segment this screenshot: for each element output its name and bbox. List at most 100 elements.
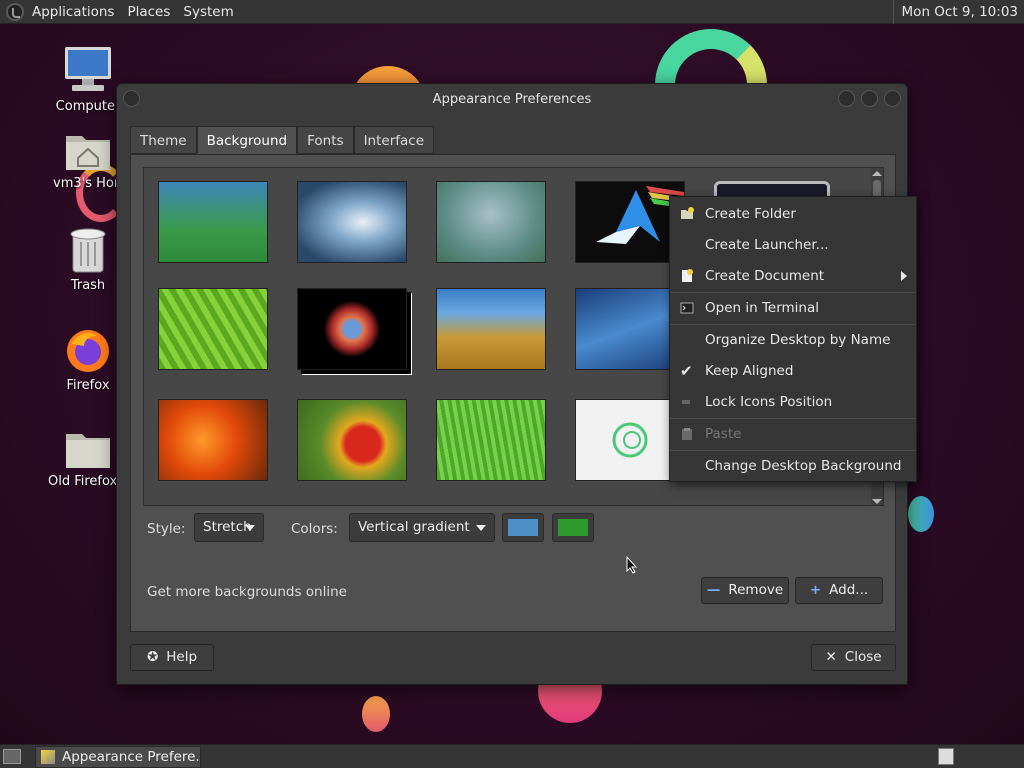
appearance-app-icon <box>41 750 55 764</box>
wallpaper-shape <box>908 496 934 532</box>
show-desktop-icon[interactable] <box>3 749 21 764</box>
minus-icon: — <box>706 582 721 598</box>
wallpaper-arch-logo <box>596 186 684 244</box>
menu-system[interactable]: System <box>183 4 233 20</box>
chevron-down-icon <box>476 525 486 531</box>
scroll-down-arrow-icon[interactable] <box>872 499 882 504</box>
tab-theme[interactable]: Theme <box>130 126 197 154</box>
close-button-label: Close <box>844 649 882 665</box>
tab-bar: Theme Background Fonts Interface <box>130 126 435 154</box>
menu-item-label: Create Launcher... <box>705 237 829 253</box>
wallpaper-thumbnail[interactable] <box>158 288 268 370</box>
window-close-button[interactable] <box>884 90 901 107</box>
menu-item-label: Change Desktop Background <box>705 458 902 474</box>
wallpaper-thumbnail[interactable] <box>575 505 685 506</box>
tab-interface[interactable]: Interface <box>353 126 435 154</box>
wallpaper-thumbnail[interactable] <box>297 505 407 506</box>
close-button[interactable]: ✕ Close <box>811 644 896 671</box>
primary-color-button[interactable] <box>502 513 544 542</box>
menu-item-label: Keep Aligned <box>705 363 794 379</box>
colors-combo[interactable]: Vertical gradient <box>349 513 495 542</box>
distro-logo-icon[interactable] <box>6 2 24 21</box>
remove-button-label: Remove <box>728 582 784 598</box>
chevron-down-icon <box>245 525 255 531</box>
menu-item-keep-aligned[interactable]: ✔ Keep Aligned <box>670 356 916 386</box>
firefox-icon <box>67 330 109 372</box>
minimize-button[interactable] <box>838 90 855 107</box>
trash-applet-icon[interactable] <box>938 748 954 765</box>
document-new-icon <box>682 269 693 282</box>
menu-item-organize-desktop[interactable]: Organize Desktop by Name <box>670 325 916 355</box>
window-title: Appearance Preferences <box>432 92 592 107</box>
menu-item-create-launcher[interactable]: Create Launcher... <box>670 230 916 260</box>
add-button[interactable]: + Add... <box>795 577 883 604</box>
colors-combo-value: Vertical gradient <box>358 519 470 535</box>
folder-new-icon <box>681 207 694 219</box>
menu-item-label: Paste <box>705 426 742 442</box>
wallpaper-thumbnail[interactable] <box>158 505 268 506</box>
wallpaper-thumbnail[interactable] <box>158 399 268 481</box>
desktop-icon-label: vm3's Home <box>53 176 123 191</box>
add-button-label: Add... <box>829 582 869 598</box>
menu-item-label: Organize Desktop by Name <box>705 332 891 348</box>
window-menu-button[interactable] <box>123 90 140 107</box>
help-lifebuoy-icon: ✪ <box>146 649 159 665</box>
menu-item-lock-icons[interactable]: Lock Icons Position <box>670 387 916 417</box>
remove-button[interactable]: — Remove <box>701 577 789 604</box>
submenu-arrow-icon <box>901 271 907 281</box>
wallpaper-thumbnail[interactable] <box>297 288 407 370</box>
plus-icon: + <box>809 582 822 598</box>
taskbar-item-label: Appearance Prefere... <box>62 749 201 765</box>
top-panel: Applications Places System Mon Oct 9, 10… <box>0 0 1024 24</box>
computer-icon <box>65 47 111 91</box>
more-backgrounds-link[interactable]: Get more backgrounds online <box>147 584 347 600</box>
wallpaper-thumbnail[interactable] <box>436 399 546 481</box>
secondary-color-button[interactable] <box>552 513 594 542</box>
clock[interactable]: Mon Oct 9, 10:03 <box>892 0 1024 24</box>
style-combo[interactable]: Stretch <box>194 513 264 542</box>
wallpaper-debian-logo <box>612 422 648 458</box>
terminal-icon <box>680 302 694 314</box>
menu-item-create-document[interactable]: Create Document <box>670 261 916 291</box>
mouse-cursor-icon <box>626 556 638 574</box>
style-label: Style: <box>147 521 186 537</box>
primary-color-swatch <box>508 519 538 536</box>
check-icon: ✔ <box>680 362 693 380</box>
colors-label: Colors: <box>291 521 338 537</box>
menu-item-label: Create Document <box>705 268 825 284</box>
help-button[interactable]: ✪ Help <box>130 644 214 671</box>
wallpaper-thumbnail[interactable] <box>158 181 268 263</box>
wallpaper-thumbnail[interactable] <box>436 505 546 506</box>
taskbar-appearance-preferences[interactable]: Appearance Prefere... <box>35 746 201 768</box>
wallpaper-thumbnail[interactable] <box>297 399 407 481</box>
close-icon: ✕ <box>825 649 837 665</box>
folder-icon <box>66 434 110 468</box>
unchecked-icon <box>682 400 690 404</box>
menu-item-label: Lock Icons Position <box>705 394 833 410</box>
wallpaper-thumbnail[interactable] <box>714 505 824 506</box>
menu-item-label: Create Folder <box>705 206 796 222</box>
wallpaper-shape <box>362 696 390 732</box>
tab-background[interactable]: Background <box>196 126 298 154</box>
scroll-up-arrow-icon[interactable] <box>872 171 882 176</box>
bottom-panel: Appearance Prefere... <box>0 744 1024 768</box>
desktop-context-menu: Create Folder Create Launcher... Create … <box>669 196 917 482</box>
wallpaper-thumbnail[interactable] <box>297 181 407 263</box>
help-button-label: Help <box>166 649 198 665</box>
menu-places[interactable]: Places <box>127 4 170 20</box>
tab-fonts[interactable]: Fonts <box>297 126 354 154</box>
menu-item-change-background[interactable]: Change Desktop Background <box>670 451 916 481</box>
wallpaper-thumbnail[interactable] <box>436 181 546 263</box>
secondary-color-swatch <box>558 519 588 536</box>
window-titlebar[interactable]: Appearance Preferences <box>117 84 907 116</box>
menu-item-open-terminal[interactable]: Open in Terminal <box>670 293 916 323</box>
menu-item-paste: Paste <box>670 419 916 449</box>
home-folder-icon <box>66 136 110 170</box>
trash-icon <box>70 228 106 273</box>
maximize-button[interactable] <box>861 90 878 107</box>
wallpaper-thumbnail[interactable] <box>436 288 546 370</box>
menu-applications[interactable]: Applications <box>32 4 114 20</box>
menu-item-create-folder[interactable]: Create Folder <box>670 199 916 229</box>
paste-icon <box>682 428 692 440</box>
menu-item-label: Open in Terminal <box>705 300 819 316</box>
